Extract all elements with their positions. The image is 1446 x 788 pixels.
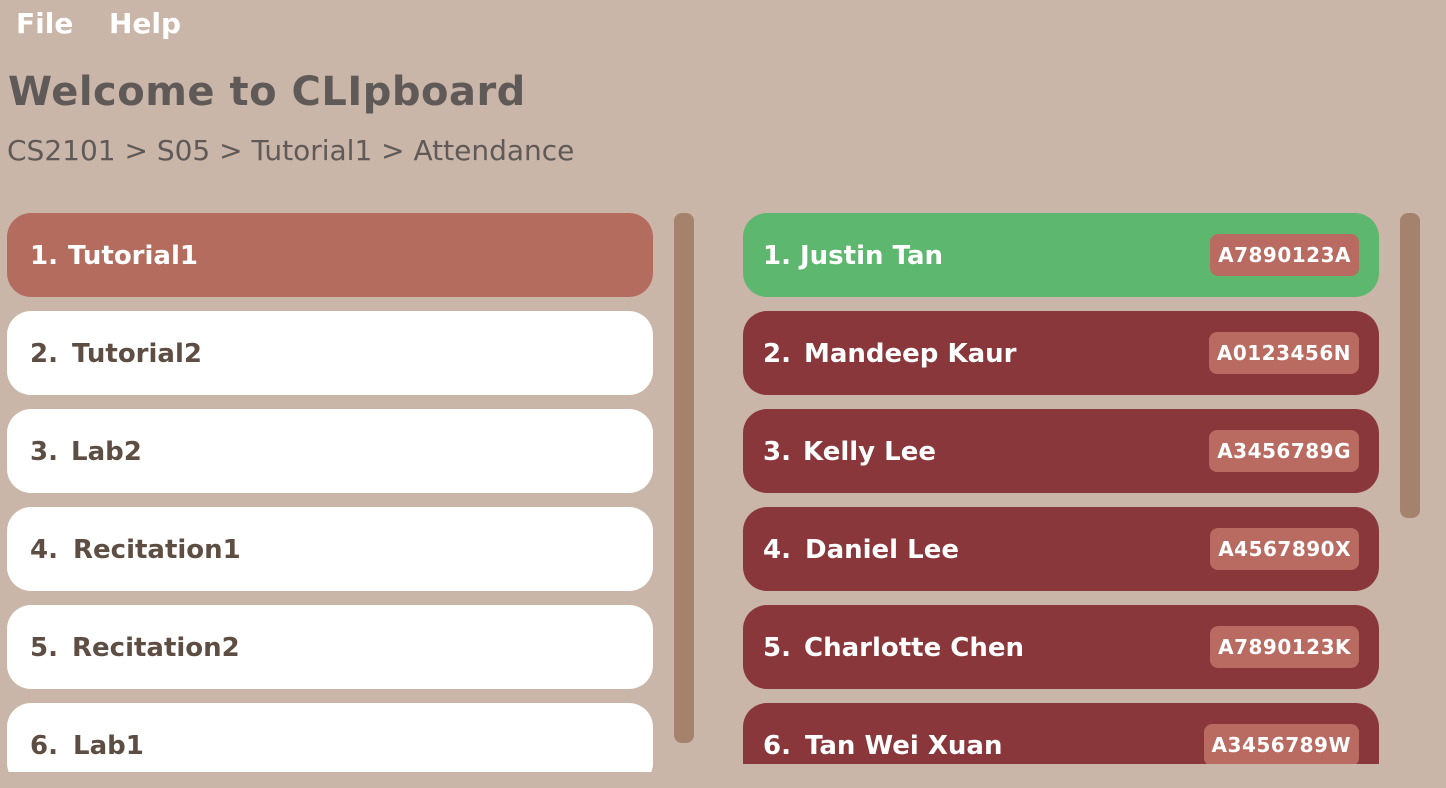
student-name: Tan Wei Xuan <box>805 731 1003 761</box>
session-card[interactable]: 2. Tutorial2 <box>7 311 653 395</box>
student-name: Charlotte Chen <box>804 633 1025 663</box>
session-index: 1. <box>30 241 58 271</box>
session-index: 3. <box>30 437 58 467</box>
student-card[interactable]: 2. Mandeep Kaur A0123456N <box>743 311 1379 395</box>
student-card[interactable]: 3. Kelly Lee A3456789G <box>743 409 1379 493</box>
student-list-scrollbar[interactable] <box>1400 213 1420 518</box>
student-index: 6. <box>763 731 791 761</box>
app-window: File Help Welcome to CLIpboard CS2101 > … <box>0 0 1446 788</box>
session-card[interactable]: 4. Recitation1 <box>7 507 653 591</box>
session-name: Tutorial2 <box>72 339 202 369</box>
student-list: 1. Justin Tan A7890123A 2. Mandeep Kaur … <box>743 212 1379 764</box>
breadcrumb: CS2101 > S05 > Tutorial1 > Attendance <box>7 134 575 167</box>
session-index: 6. <box>30 731 58 761</box>
student-card[interactable]: 5. Charlotte Chen A7890123K <box>743 605 1379 689</box>
student-name: Mandeep Kaur <box>804 339 1017 369</box>
help-menu[interactable]: Help <box>109 6 181 42</box>
student-id-badge: A7890123K <box>1210 626 1359 668</box>
student-index: 2. <box>763 339 791 369</box>
student-name: Daniel Lee <box>805 535 959 565</box>
student-name: Kelly Lee <box>803 437 936 467</box>
session-list-scrollbar[interactable] <box>674 213 694 743</box>
menu-bar: File Help <box>0 0 1446 48</box>
student-index: 3. <box>763 437 791 467</box>
session-name: Lab1 <box>73 731 144 761</box>
student-id-badge: A7890123A <box>1210 234 1359 276</box>
file-menu[interactable]: File <box>16 6 73 42</box>
session-index: 5. <box>30 633 58 663</box>
student-id-badge: A4567890X <box>1210 528 1359 570</box>
student-id-badge: A3456789G <box>1209 430 1359 472</box>
student-index: 5. <box>763 633 791 663</box>
session-name: Recitation1 <box>73 535 241 565</box>
session-card[interactable]: 5. Recitation2 <box>7 605 653 689</box>
session-card[interactable]: 6. Lab1 <box>7 703 653 772</box>
session-card[interactable]: 1. Tutorial1 <box>7 213 653 297</box>
session-index: 4. <box>30 535 58 565</box>
student-index: 4. <box>763 535 791 565</box>
session-name: Tutorial1 <box>68 241 198 271</box>
session-list: 1. Tutorial1 2. Tutorial2 3. Lab2 4. Rec… <box>7 212 653 772</box>
student-id-badge: A0123456N <box>1208 332 1359 374</box>
student-name: Justin Tan <box>800 241 943 271</box>
student-card[interactable]: 1. Justin Tan A7890123A <box>743 213 1379 297</box>
session-name: Lab2 <box>71 437 142 467</box>
session-card[interactable]: 3. Lab2 <box>7 409 653 493</box>
student-id-badge: A3456789W <box>1203 724 1359 764</box>
session-index: 2. <box>30 339 58 369</box>
session-name: Recitation2 <box>72 633 240 663</box>
student-card[interactable]: 6. Tan Wei Xuan A3456789W <box>743 703 1379 764</box>
student-card[interactable]: 4. Daniel Lee A4567890X <box>743 507 1379 591</box>
student-index: 1. <box>763 241 791 271</box>
page-title: Welcome to CLIpboard <box>8 69 526 115</box>
